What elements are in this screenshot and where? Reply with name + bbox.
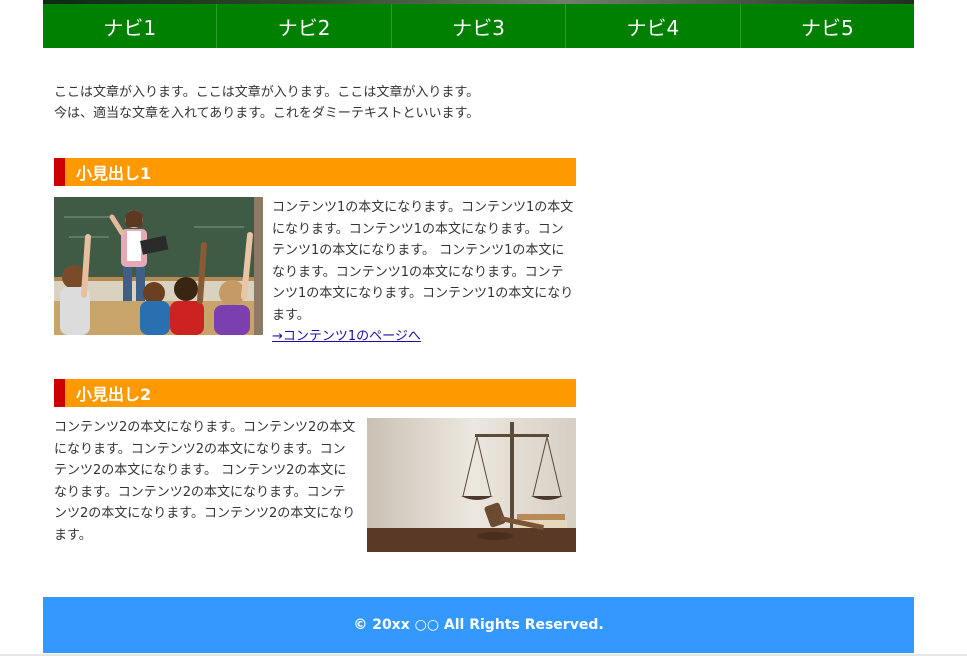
- section1-heading: 小見出し1: [54, 158, 576, 186]
- nav-item-3[interactable]: ナビ3: [392, 4, 567, 48]
- section1-body: コンテンツ1の本文になります。コンテンツ1の本文になります。コンテンツ1の本文に…: [272, 197, 574, 348]
- nav-item-4[interactable]: ナビ4: [566, 4, 741, 48]
- classroom-photo: [54, 197, 263, 335]
- section2-body-text: コンテンツ2の本文になります。コンテンツ2の本文になります。コンテンツ2の本文に…: [54, 420, 356, 543]
- justice-scales-photo: [367, 418, 576, 552]
- heading-accent-bar: [54, 158, 65, 186]
- section2-heading: 小見出し2: [54, 379, 576, 407]
- section1-heading-text: 小見出し1: [76, 164, 152, 183]
- nav-item-2[interactable]: ナビ2: [217, 4, 392, 48]
- intro-text: ここは文章が入ります。ここは文章が入ります。ここは文章が入ります。 今は、適当な…: [54, 82, 574, 124]
- footer: © 20xx ○○ All Rights Reserved.: [43, 597, 914, 653]
- global-nav: ナビ1 ナビ2 ナビ3 ナビ4 ナビ5: [43, 4, 914, 48]
- heading-accent-bar: [54, 379, 65, 407]
- nav-item-5[interactable]: ナビ5: [741, 4, 914, 48]
- nav-item-1[interactable]: ナビ1: [43, 4, 218, 48]
- intro-line-2: 今は、適当な文章を入れてあります。これをダミーテキストといいます。: [54, 106, 480, 121]
- section2-heading-text: 小見出し2: [76, 385, 152, 404]
- section1-body-text: コンテンツ1の本文になります。コンテンツ1の本文になります。コンテンツ1の本文に…: [272, 200, 574, 323]
- intro-line-1: ここは文章が入ります。ここは文章が入ります。ここは文章が入ります。: [54, 85, 480, 100]
- footer-copyright: © 20xx ○○ All Rights Reserved.: [353, 617, 604, 633]
- section1-link[interactable]: →コンテンツ1のページへ: [272, 326, 574, 348]
- section2-body: コンテンツ2の本文になります。コンテンツ2の本文になります。コンテンツ2の本文に…: [54, 417, 356, 546]
